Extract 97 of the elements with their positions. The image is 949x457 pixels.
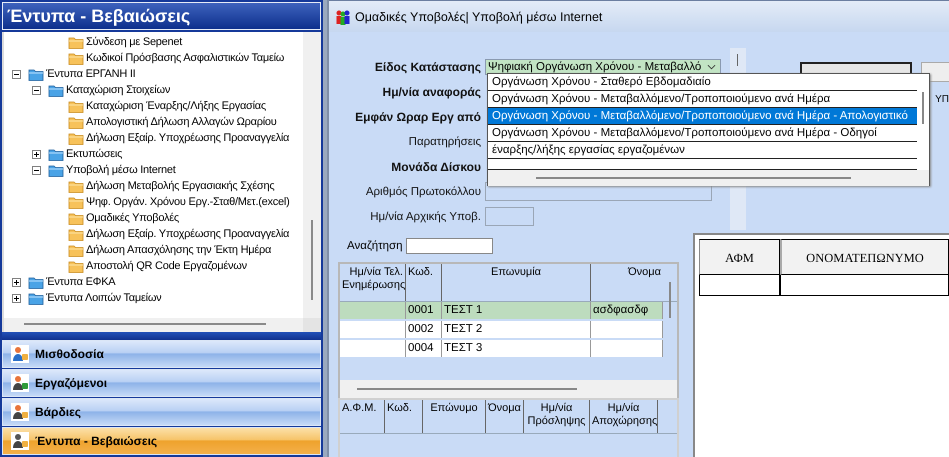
nav-button[interactable]: Έντυπα - Βεβαιώσεις (2, 427, 321, 455)
table-cell: 0001 (408, 304, 434, 316)
person-icon (11, 432, 29, 450)
scroll-thumb[interactable] (669, 282, 671, 318)
caret-icon (707, 64, 716, 70)
column-header: ΑΦΜ (699, 239, 780, 275)
table-row[interactable]: 0004 ΤΕΣΤ 3 (340, 340, 663, 359)
column-header[interactable]: Α.Φ.Μ. (340, 400, 385, 433)
tree-item[interactable]: Αποστολή QR Code Εργαζομένων (85, 260, 247, 272)
column-header[interactable]: Κωδ. (385, 400, 423, 433)
collapse-icon[interactable] (32, 166, 41, 174)
folder-icon (48, 84, 64, 96)
expand-icon[interactable] (12, 294, 21, 302)
column-header[interactable]: Ημ/νία Πρόσληψης (524, 400, 590, 433)
tree-item[interactable]: Έντυπα ΕΡΓΑΝΗ ΙΙ (45, 68, 136, 80)
folder-icon (28, 276, 44, 288)
column-header[interactable]: Επώνυμο (423, 400, 486, 433)
column-header[interactable]: Επωνυμία (442, 264, 591, 301)
table-cell: ασδφασδφ (593, 304, 648, 316)
search-field[interactable] (406, 238, 493, 254)
dropdown-option[interactable]: Οργάνωση Χρόνου - Μεταβαλλόμενο/Τροποποιούμενο ανά Ημέρα - Απολογιστικό (488, 108, 917, 125)
folder-icon (68, 244, 84, 256)
nav-button[interactable]: Μισθοδοσία (2, 340, 321, 368)
field-label: Ημ/νία αναφοράς (382, 84, 482, 98)
folder-icon (68, 196, 84, 208)
dropdown-option[interactable]: Οργάνωση Χρόνου - Μεταβαλλόμενο/Τροποποιούμενο ανά Ημέρα - Οδηγοί (488, 125, 917, 142)
table-cell: 0004 (408, 342, 434, 354)
scroll-thumb[interactable] (922, 92, 924, 124)
field-label: Μονάδα Δίσκου (390, 160, 482, 174)
folder-icon (28, 292, 44, 304)
column-label: ΥΠ (935, 94, 949, 105)
column-header[interactable]: Ημ/νία Τελ. Ενημέρωσης (340, 264, 406, 301)
tree-item[interactable]: Σύνδεση με Sepenet (85, 36, 182, 48)
tree-item[interactable]: Ομαδικές Υποβολές (85, 212, 179, 224)
nav-button[interactable]: Εργαζόμενοι (2, 369, 321, 397)
date-field[interactable] (485, 207, 534, 226)
column-header: ΟΝΟΜΑΤΕΠΩΝΥΜΟ (780, 239, 949, 275)
tree-item[interactable]: Κωδικοί Πρόσβασης Ασφαλιστικών Ταμείω (85, 52, 284, 64)
field-label: Είδος Κατάστασης (374, 60, 482, 74)
folder-icon (68, 52, 84, 64)
people-icon (335, 8, 351, 24)
field-label: Παρατηρήσεις (408, 136, 482, 148)
tree-item[interactable]: Εκτυπώσεις (65, 148, 122, 160)
column-header[interactable]: Όνομα (591, 264, 663, 301)
person-icon (11, 374, 29, 392)
scroll-thumb[interactable] (24, 323, 266, 326)
folder-icon (48, 148, 64, 160)
tree-item[interactable]: Δήλωση Απασχόλησης την Έκτη Ημέρα (85, 244, 272, 256)
folder-icon (68, 132, 84, 144)
folder-icon (28, 68, 44, 80)
panel-title: Έντυπα - Βεβαιώσεις (2, 2, 321, 30)
expand-icon[interactable] (12, 278, 21, 286)
field-label: Ημ/νία Αρχικής Υποβ. (369, 210, 482, 222)
scroll-thumb[interactable] (536, 177, 851, 179)
tree-item[interactable]: Υποβολή μέσω Internet (65, 164, 176, 176)
collapse-icon[interactable] (12, 70, 21, 78)
window-title: Ομαδικές Υποβολές| Υποβολή μέσω Internet (355, 10, 602, 24)
search-label: Αναζήτηση (347, 240, 403, 252)
field-label: Αριθμός Πρωτοκόλλου (364, 186, 482, 198)
nav-button[interactable]: Βάρδιες (2, 398, 321, 426)
folder-icon (48, 164, 64, 176)
tree-item[interactable]: Έντυπα ΕΦΚΑ (45, 276, 116, 288)
tree-item[interactable]: Απολογιστική Δήλωση Αλλαγών Ωραρίου (85, 116, 277, 128)
table-cell: ΤΕΣΤ 1 (444, 304, 482, 316)
column-header[interactable]: Κωδ. (406, 264, 442, 301)
status-type-dropdown[interactable]: Ψηφιακή Οργάνωση Χρόνου - Μεταβαλλό (485, 58, 721, 74)
dropdown-option[interactable]: Οργάνωση Χρόνου - Σταθερό Εβδομαδιαίο (488, 74, 917, 91)
table-cell: ΤΕΣΤ 3 (444, 342, 482, 354)
scroll-thumb[interactable] (311, 220, 313, 300)
folder-icon (68, 116, 84, 128)
folder-icon (68, 180, 84, 192)
column-header[interactable]: Όνομα (486, 400, 524, 433)
field-label: Εμφάν Ωραρ Εργ από (354, 110, 482, 124)
tree-item[interactable]: Δήλωση Μεταβολής Εργασιακής Σχέσης (85, 180, 274, 192)
person-icon (11, 403, 29, 421)
folder-icon (68, 100, 84, 112)
splitter-handle[interactable] (2, 332, 321, 340)
folder-icon (68, 212, 84, 224)
table-cell: 0002 (408, 323, 434, 335)
collapse-icon[interactable] (32, 86, 41, 94)
table-row[interactable]: 0002 ΤΕΣΤ 2 (340, 321, 663, 340)
table-cell: ΤΕΣΤ 2 (444, 323, 482, 335)
tree-item[interactable]: Έντυπα Λοιπών Ταμείων (45, 292, 162, 304)
tree-item[interactable]: Καταχώριση Έναρξης/Λήξης Εργασίας (85, 100, 266, 112)
table-row[interactable]: 0001 ΤΕΣΤ 1 ασδφασδφ (340, 302, 663, 321)
dropdown-option[interactable]: έναρξης/λήξης εργασίας εργαζομένων (488, 142, 917, 159)
expand-icon[interactable] (32, 150, 41, 158)
person-icon (11, 345, 29, 363)
folder-icon (68, 36, 84, 48)
column-header[interactable]: Ημ/νία Αποχώρησης (590, 400, 658, 433)
folder-icon (68, 228, 84, 240)
tree-item[interactable]: Δήλωση Εξαίρ. Υποχρέωσης Προαναγγελία (85, 132, 290, 144)
tree-item[interactable]: Ψηφ. Οργάν. Χρόνου Εργ.-Σταθ/Μετ.(excel) (85, 196, 290, 208)
folder-icon (68, 260, 84, 272)
tree-item[interactable]: Δήλωση Εξαίρ. Υποχρέωσης Προαναγγελία (85, 228, 290, 240)
scroll-thumb[interactable] (357, 388, 577, 390)
tree-item[interactable]: Καταχώριση Στοιχείων (65, 84, 170, 96)
